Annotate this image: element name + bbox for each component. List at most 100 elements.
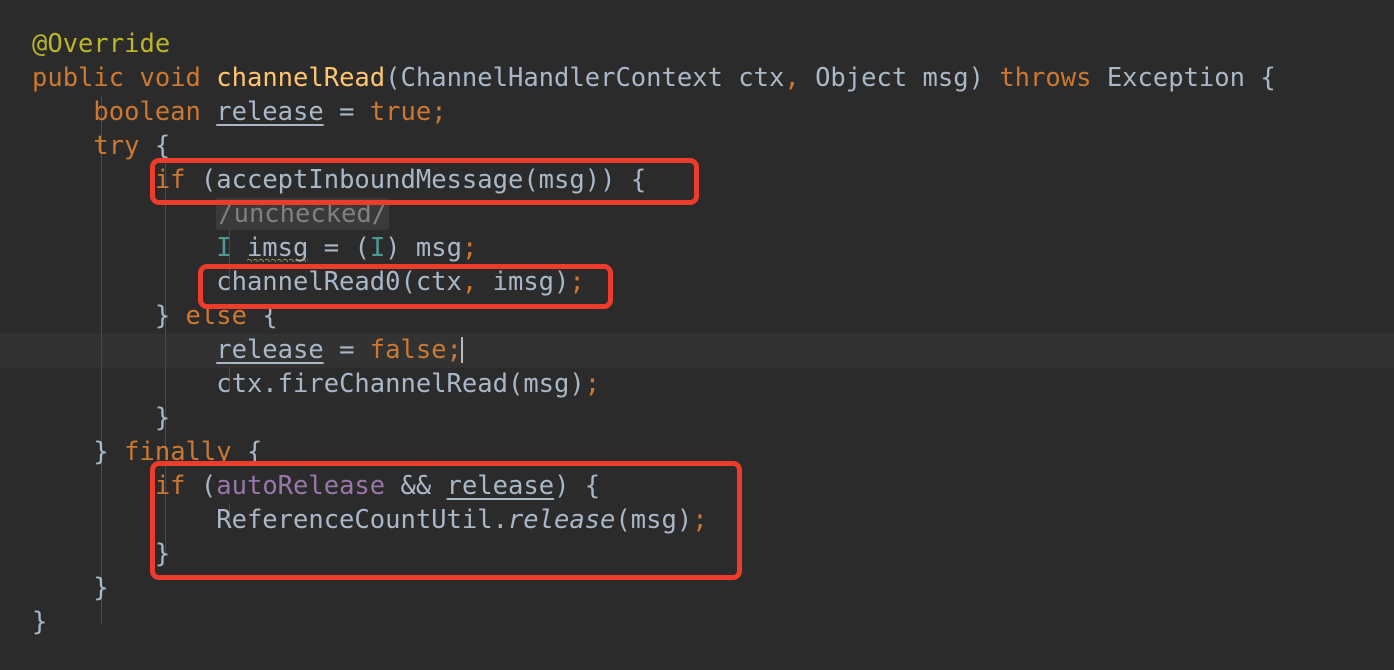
- keyword-if-1: if: [154, 165, 186, 195]
- variable-release-read: release: [446, 471, 555, 501]
- dot-1: .: [262, 369, 278, 399]
- code-content[interactable]: @Override public void channelRead(Channe…: [0, 0, 1394, 670]
- keyword-public: public: [32, 63, 125, 93]
- type-parameter-i-1: I: [216, 233, 232, 263]
- code-line-9: } else {: [0, 299, 1394, 333]
- assign-2: =: [323, 233, 340, 263]
- literal-true: true: [369, 97, 432, 127]
- brace-open-finally: {: [246, 437, 263, 467]
- paren-close-5: ): [554, 471, 570, 501]
- keyword-else: else: [185, 301, 247, 331]
- comma-1: ,: [784, 63, 800, 93]
- brace-close-method: }: [32, 607, 48, 637]
- literal-false: false: [369, 335, 447, 365]
- paren-close: ): [968, 63, 984, 93]
- semicolon-4: ;: [446, 335, 462, 365]
- code-line-5: if (acceptInboundMessage(msg)) {: [0, 163, 1394, 197]
- variable-imsg-decl: imsg: [246, 233, 309, 263]
- keyword-boolean: boolean: [93, 97, 201, 127]
- keyword-finally: finally: [124, 437, 232, 467]
- arg-msg-2: msg: [415, 233, 462, 263]
- keyword-void: void: [139, 63, 201, 93]
- class-reference-count-util: ReferenceCountUtil: [216, 505, 493, 535]
- semicolon-1: ;: [431, 97, 447, 127]
- code-line-12: }: [0, 401, 1394, 435]
- semicolon-6: ;: [692, 505, 708, 535]
- arg-msg-3: msg: [523, 369, 570, 399]
- brace-close-try: }: [93, 437, 109, 467]
- text-caret: [460, 337, 463, 363]
- brace-open-else: {: [262, 301, 278, 331]
- code-editor-viewport[interactable]: @Override public void channelRead(Channe…: [0, 0, 1394, 670]
- paren-close-4: ): [569, 369, 585, 399]
- paren-open-6: (: [200, 471, 217, 501]
- semicolon-3: ;: [569, 267, 585, 297]
- method-channel-read0: channelRead0: [216, 267, 401, 297]
- code-line-8: channelRead0(ctx, imsg);: [0, 265, 1394, 299]
- cast-paren-open: (: [354, 233, 370, 263]
- brace-open-method: {: [1260, 63, 1276, 93]
- variable-release-decl: release: [216, 97, 324, 127]
- code-line-6: /unchecked/: [0, 197, 1394, 231]
- brace-open-if-1: {: [630, 165, 647, 195]
- paren-close-3: ): [554, 267, 570, 297]
- paren-close-6: ): [676, 505, 693, 535]
- semicolon-5: ;: [584, 369, 601, 399]
- param-msg: msg: [922, 63, 969, 93]
- brace-open-try: {: [154, 131, 171, 161]
- arg-msg-1: msg: [538, 165, 585, 195]
- brace-open-if-2: {: [584, 471, 601, 501]
- brace-close-finally: }: [93, 573, 109, 603]
- arg-imsg: imsg: [492, 267, 555, 297]
- cast-paren-close: ): [385, 233, 401, 263]
- keyword-if-2: if: [154, 471, 186, 501]
- code-line-18: }: [0, 605, 1394, 639]
- field-auto-release: autoRelease: [216, 471, 386, 501]
- code-line-3: boolean release = true;: [0, 95, 1394, 129]
- code-line-4: try {: [0, 129, 1394, 163]
- arg-msg-4: msg: [630, 505, 677, 535]
- variable-release-assign: release: [216, 335, 324, 365]
- code-line-7: I imsg = (I) msg;: [0, 231, 1394, 265]
- paren-open-7: (: [615, 505, 631, 535]
- assign-3: =: [339, 335, 355, 365]
- static-method-release: release: [507, 505, 616, 535]
- paren-open-2: (: [200, 165, 217, 195]
- type-channel-handler-context: ChannelHandlerContext: [400, 63, 723, 93]
- keyword-throws: throws: [999, 63, 1092, 93]
- method-name-channel-read: channelRead: [216, 63, 386, 93]
- code-line-1: @Override: [0, 27, 1394, 61]
- code-line-11: ctx.fireChannelRead(msg);: [0, 367, 1394, 401]
- type-exception: Exception: [1106, 63, 1245, 93]
- code-line-10: release = false;: [0, 333, 1394, 367]
- paren-close-2: )): [584, 165, 616, 195]
- paren-open-5: (: [507, 369, 524, 399]
- method-fire-channel-read: fireChannelRead: [277, 369, 508, 399]
- paren-open-4: (: [400, 267, 416, 297]
- param-ctx: ctx: [738, 63, 785, 93]
- code-line-16: }: [0, 537, 1394, 571]
- method-accept-inbound-message: acceptInboundMessage: [216, 165, 524, 195]
- annotation-override: @Override: [32, 29, 171, 59]
- arg-ctx: ctx: [415, 267, 462, 297]
- semicolon-2: ;: [461, 233, 478, 263]
- code-line-17: }: [0, 571, 1394, 605]
- keyword-try: try: [93, 131, 140, 161]
- assign-1: =: [339, 97, 355, 127]
- comma-2: ,: [461, 267, 478, 297]
- type-object: Object: [815, 63, 908, 93]
- folded-code-hint-unchecked[interactable]: /unchecked/: [216, 198, 390, 230]
- brace-close-if-2: }: [154, 539, 171, 569]
- receiver-ctx: ctx: [216, 369, 263, 399]
- dot-2: .: [492, 505, 508, 535]
- code-line-14: if (autoRelease && release) {: [0, 469, 1394, 503]
- brace-close-if-1: }: [154, 301, 171, 331]
- paren-open-3: (: [523, 165, 539, 195]
- code-line-15: ReferenceCountUtil.release(msg);: [0, 503, 1394, 537]
- type-parameter-i-2: I: [369, 233, 386, 263]
- brace-close-else: }: [154, 403, 171, 433]
- code-line-2: public void channelRead(ChannelHandlerCo…: [0, 61, 1394, 95]
- operator-logical-and: &&: [400, 471, 432, 501]
- code-line-13: } finally {: [0, 435, 1394, 469]
- paren-open: (: [385, 63, 401, 93]
